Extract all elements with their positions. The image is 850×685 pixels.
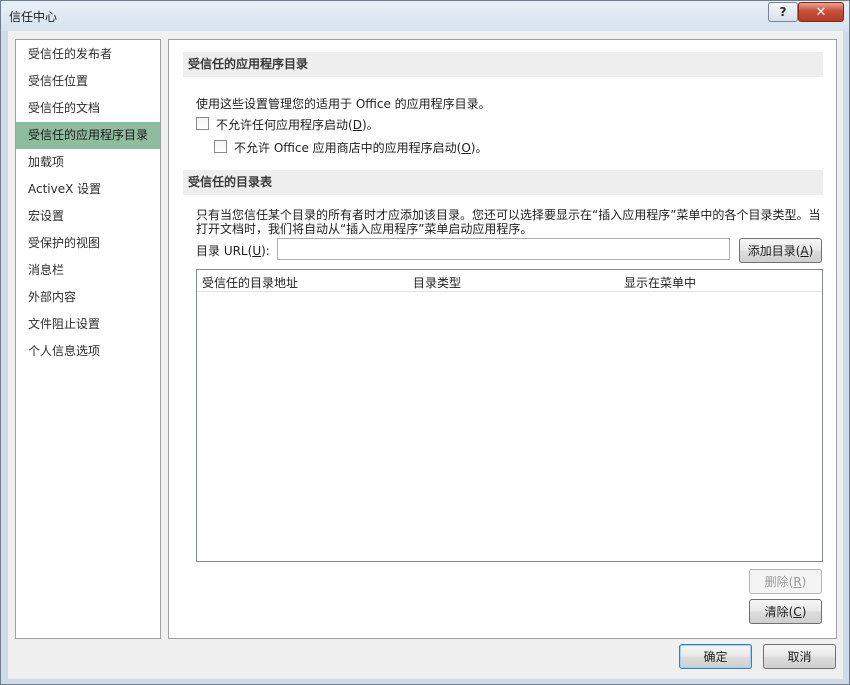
catalog-table-section-header: 受信任的目录表	[183, 170, 823, 195]
add-catalog-button[interactable]: 添加目录(A)	[739, 238, 822, 263]
clear-button[interactable]: 清除(C)	[749, 599, 822, 624]
close-icon: ✕	[815, 4, 827, 20]
close-button[interactable]: ✕	[798, 2, 844, 22]
disallow-store-apps-checkbox[interactable]	[214, 140, 227, 153]
catalog-description: 使用这些设置管理您的适用于 Office 的应用程序目录。	[196, 97, 491, 111]
disallow-all-apps-checkbox[interactable]	[196, 117, 209, 130]
cancel-button[interactable]: 取消	[763, 644, 836, 669]
table-header: 受信任的目录地址 目录类型 显示在菜单中	[197, 270, 822, 292]
sidebar-item-message-bar[interactable]: 消息栏	[16, 257, 160, 284]
sidebar-item-external-content[interactable]: 外部内容	[16, 284, 160, 311]
sidebar-item-trusted-publishers[interactable]: 受信任的发布者	[16, 41, 160, 68]
disallow-store-apps-label[interactable]: 不允许 Office 应用商店中的应用程序启动(O)。	[234, 139, 487, 156]
sidebar-item-privacy-options[interactable]: 个人信息选项	[16, 338, 160, 365]
sidebar-item-add-ins[interactable]: 加载项	[16, 149, 160, 176]
sidebar: 受信任的发布者 受信任位置 受信任的文档 受信任的应用程序目录 加载项 Acti…	[15, 39, 161, 639]
help-icon: ?	[779, 5, 787, 19]
sidebar-item-activex-settings[interactable]: ActiveX 设置	[16, 176, 160, 203]
remove-button[interactable]: 删除(R)	[749, 569, 822, 594]
help-button[interactable]: ?	[768, 2, 798, 22]
column-header-catalog-type[interactable]: 目录类型	[413, 274, 461, 291]
column-header-catalog-address[interactable]: 受信任的目录地址	[202, 274, 298, 291]
title-bar[interactable]: 信任中心 ? ✕	[1, 1, 849, 31]
catalog-section-header: 受信任的应用程序目录	[183, 52, 823, 77]
sidebar-item-trusted-locations[interactable]: 受信任位置	[16, 68, 160, 95]
dialog-client: 受信任的发布者 受信任位置 受信任的文档 受信任的应用程序目录 加载项 Acti…	[8, 31, 843, 679]
main-panel: 受信任的应用程序目录 使用这些设置管理您的适用于 Office 的应用程序目录。…	[168, 39, 837, 639]
sidebar-item-protected-view[interactable]: 受保护的视图	[16, 230, 160, 257]
sidebar-item-trusted-documents[interactable]: 受信任的文档	[16, 95, 160, 122]
catalog-table-desc-line2: 打开文档时，我们将自动从“插入应用程序”菜单启动应用程序。	[196, 222, 533, 236]
column-header-show-in-menu[interactable]: 显示在菜单中	[624, 274, 696, 291]
catalog-url-input[interactable]	[277, 238, 730, 260]
catalog-url-label: 目录 URL(U):	[196, 244, 270, 258]
sidebar-item-macro-settings[interactable]: 宏设置	[16, 203, 160, 230]
window-title: 信任中心	[9, 10, 58, 24]
sidebar-item-trusted-app-catalogs[interactable]: 受信任的应用程序目录	[16, 122, 160, 149]
trust-center-dialog: 信任中心 ? ✕ 受信任的发布者 受信任位置 受信任的文档 受信任的应用程序目录…	[0, 0, 850, 685]
disallow-all-apps-label[interactable]: 不允许任何应用程序启动(D)。	[216, 116, 379, 133]
ok-button[interactable]: 确定	[679, 644, 752, 669]
sidebar-item-file-block-settings[interactable]: 文件阻止设置	[16, 311, 160, 338]
trusted-catalog-table[interactable]: 受信任的目录地址 目录类型 显示在菜单中	[196, 269, 823, 562]
